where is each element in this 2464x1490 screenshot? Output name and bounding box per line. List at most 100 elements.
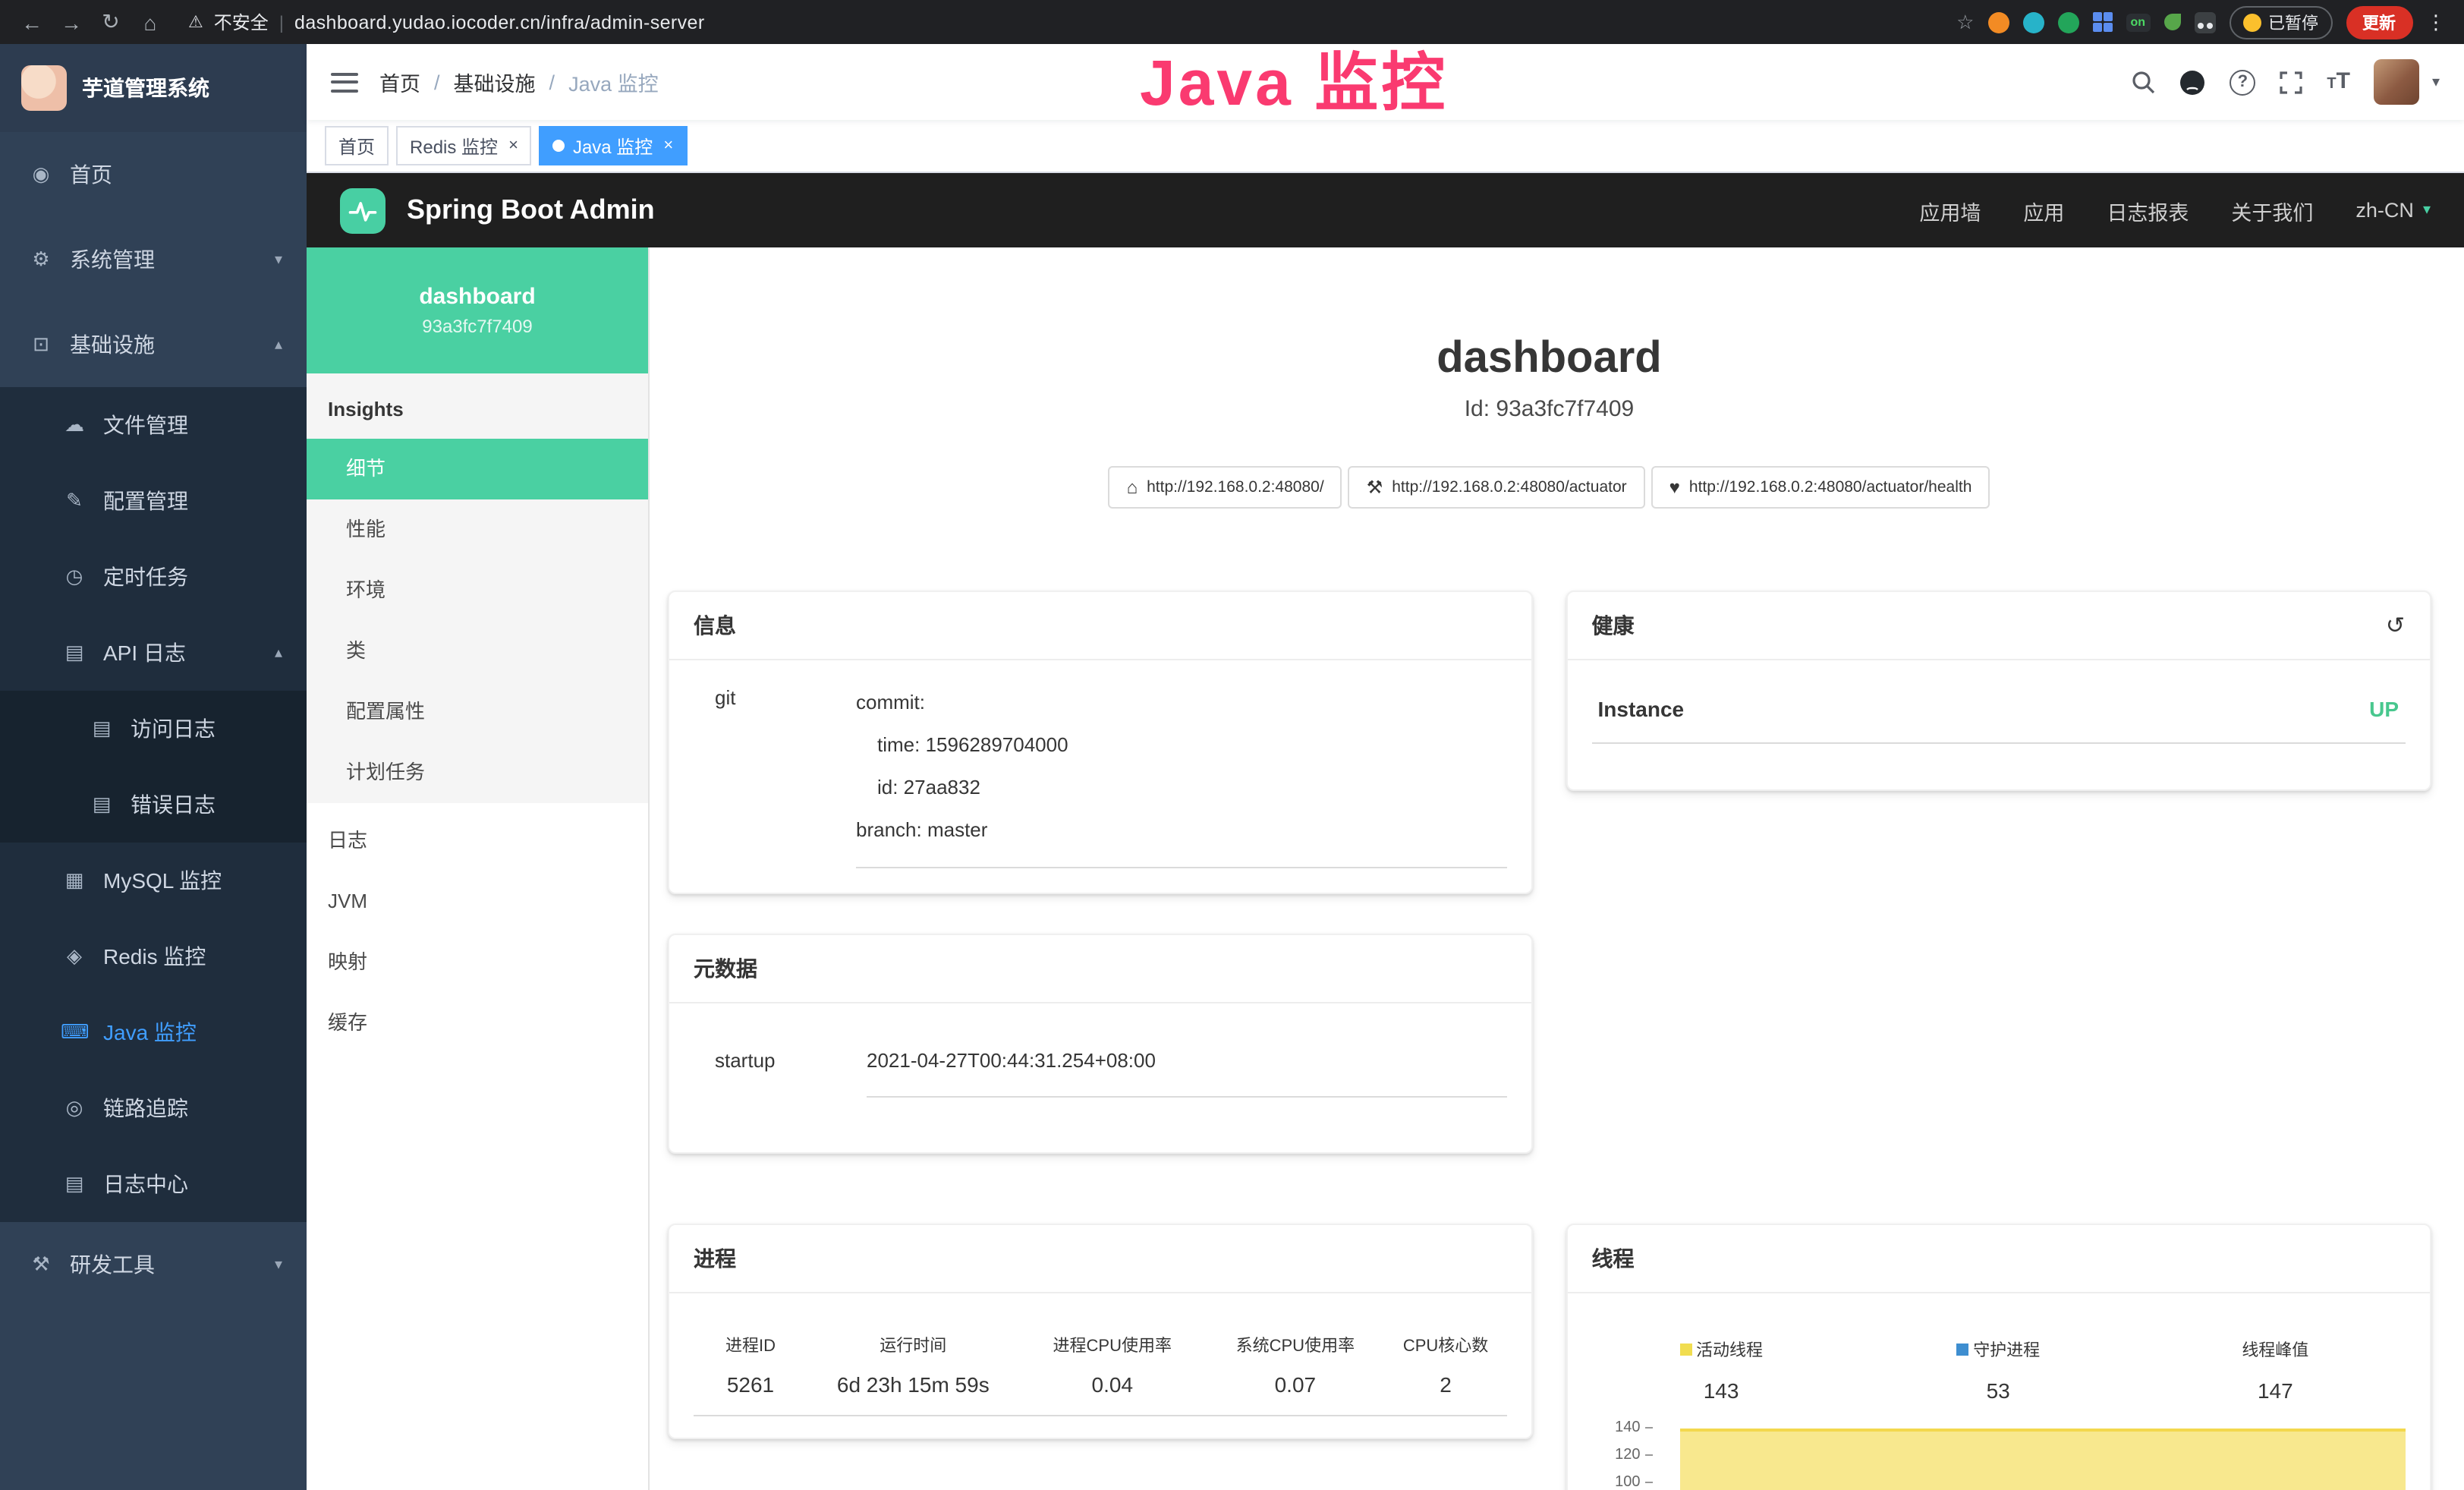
column-header: 进程CPU使用率 <box>1019 1333 1206 1357</box>
brand-title[interactable]: Spring Boot Admin <box>407 194 655 226</box>
address-bar[interactable]: ⚠ 不安全 | dashboard.yudao.iocoder.cn/infra… <box>188 9 1944 35</box>
reload-icon[interactable]: ↻ <box>97 9 124 35</box>
sba-content: dashboard Id: 93a3fc7f7409 ⌂ http://192.… <box>650 247 2464 1490</box>
chevron-down-icon[interactable]: ▾ <box>2432 74 2440 90</box>
extension-on-badge-icon[interactable]: on <box>2126 13 2150 31</box>
update-button[interactable]: 更新 <box>2346 5 2412 39</box>
sba-item-environment[interactable]: 环境 <box>307 560 648 621</box>
sidebar-item-cron-jobs[interactable]: ◷ 定时任务 <box>0 539 307 615</box>
sidebar-item-mysql-monitor[interactable]: ▦ MySQL 监控 <box>0 843 307 918</box>
nav-wallboard[interactable]: 应用墙 <box>1919 195 1981 225</box>
avatar[interactable] <box>2374 59 2420 105</box>
app-logo[interactable]: 芋道管理系统 <box>0 44 307 132</box>
github-icon[interactable] <box>2179 69 2205 95</box>
app-title: 芋道管理系统 <box>82 73 209 103</box>
sidebar-item-config-mgmt[interactable]: ✎ 配置管理 <box>0 463 307 539</box>
nav-journal[interactable]: 日志报表 <box>2107 195 2189 225</box>
mysql-icon: ▦ <box>61 868 88 893</box>
spring-boot-admin-logo <box>340 187 385 233</box>
close-icon[interactable]: × <box>508 137 518 155</box>
tab-redis-monitor[interactable]: Redis 监控 × <box>396 126 532 165</box>
actuator-url-link[interactable]: ⚒ http://192.168.0.2:48080/actuator <box>1348 466 1645 509</box>
sidebar-item-error-logs[interactable]: ▤ 错误日志 <box>0 767 307 843</box>
health-url-link[interactable]: ♥ http://192.168.0.2:48080/actuator/heal… <box>1651 466 1990 509</box>
file-icon: ☁ <box>61 413 88 437</box>
extension-orange-icon[interactable] <box>1987 11 2009 33</box>
sidebar-item-dev-tools[interactable]: ⚒ 研发工具 ▾ <box>0 1222 307 1307</box>
legend-label: 线程峰值 <box>2242 1337 2308 1362</box>
sidebar-item-redis-monitor[interactable]: ◈ Redis 监控 <box>0 918 307 994</box>
home-icon[interactable]: ⌂ <box>137 10 164 34</box>
sba-menu: 应用墙 应用 日志报表 关于我们 zh-CN ▾ <box>1919 195 2431 225</box>
sba-item-details[interactable]: 细节 <box>307 439 648 499</box>
health-card-title: 健康 <box>1592 610 1635 641</box>
nav-about[interactable]: 关于我们 <box>2231 195 2313 225</box>
column-value: 6d 23h 15m 59s <box>807 1372 1019 1397</box>
tampermonkey-icon[interactable] <box>2194 11 2215 33</box>
sidebar-item-file-mgmt[interactable]: ☁ 文件管理 <box>0 387 307 463</box>
sba-item-caches[interactable]: 缓存 <box>307 993 648 1054</box>
browser-menu-icon[interactable]: ⋮ <box>2426 10 2446 34</box>
process-card-body: 进程ID 5261 运行时间 6d 23h 15m 59s 进程CPU使用率 <box>669 1293 1531 1438</box>
info-line: id: 27aa832 <box>856 767 1507 809</box>
close-icon[interactable]: × <box>663 137 673 155</box>
sidebar-item-infrastructure[interactable]: ⊡ 基础设施 ▴ <box>0 302 307 387</box>
y-axis-tick: 120 <box>1583 1448 1653 1463</box>
breadcrumb-infrastructure[interactable]: 基础设施 <box>454 67 536 97</box>
sidebar-item-home[interactable]: ◉ 首页 <box>0 132 307 217</box>
column-header: 运行时间 <box>807 1333 1019 1357</box>
sidebar-item-log-center[interactable]: ▤ 日志中心 <box>0 1146 307 1222</box>
sba-item-scheduled-tasks[interactable]: 计划任务 <box>307 742 648 803</box>
extension-grid-icon[interactable] <box>2092 12 2112 32</box>
sba-item-jvm[interactable]: JVM <box>307 871 648 932</box>
fullscreen-icon[interactable] <box>2280 71 2302 93</box>
chevron-up-icon: ▴ <box>275 644 282 661</box>
sba-item-beans[interactable]: 类 <box>307 621 648 682</box>
metadata-card-body: startup 2021-04-27T00:44:31.254+08:00 <box>669 1003 1531 1152</box>
instance-url-link[interactable]: ⌂ http://192.168.0.2:48080/ <box>1109 466 1342 509</box>
sba-item-mappings[interactable]: 映射 <box>307 932 648 993</box>
tab-java-monitor[interactable]: Java 监控 × <box>540 126 687 165</box>
forward-icon[interactable]: → <box>58 10 85 34</box>
status-badge: UP <box>2369 697 2399 721</box>
history-icon[interactable]: ↺ <box>2386 612 2405 639</box>
help-icon[interactable]: ? <box>2230 69 2255 95</box>
search-icon[interactable] <box>2131 70 2155 94</box>
tab-home[interactable]: 首页 <box>325 126 389 165</box>
bookmark-star-icon[interactable]: ☆ <box>1956 10 1974 34</box>
table-row[interactable]: Instance UP <box>1592 697 2406 744</box>
extension-teal-icon[interactable] <box>2022 11 2044 33</box>
sba-item-config-props[interactable]: 配置属性 <box>307 682 648 742</box>
error-log-icon: ▤ <box>88 792 115 817</box>
breadcrumb-home[interactable]: 首页 <box>379 67 420 97</box>
back-icon[interactable]: ← <box>18 10 46 34</box>
instance-header[interactable]: dashboard 93a3fc7f7409 <box>307 247 648 373</box>
sba-item-metrics[interactable]: 性能 <box>307 499 648 560</box>
sba-item-logs[interactable]: 日志 <box>307 811 648 871</box>
paused-pill[interactable]: 已暂停 <box>2229 5 2332 39</box>
gear-icon: ⚙ <box>27 247 55 272</box>
sidebar-item-label: Redis 监控 <box>103 941 206 972</box>
column-value: 2 <box>1385 1372 1507 1397</box>
table-row: git commit: time: 1596289704000 id: 27aa… <box>694 682 1507 868</box>
locale-selector[interactable]: zh-CN ▾ <box>2355 199 2431 222</box>
sidebar-item-tracing[interactable]: ◎ 链路追踪 <box>0 1070 307 1146</box>
sidebar-item-java-monitor[interactable]: ⌨ Java 监控 <box>0 994 307 1070</box>
hamburger-icon[interactable] <box>331 72 358 92</box>
sidebar-item-api-logs[interactable]: ▤ API 日志 ▴ <box>0 615 307 691</box>
main-area: 首页 / 基础设施 / Java 监控 Java 监控 ? TT <box>307 44 2464 1490</box>
threads-card-body: 活动线程 143 守护进程 53 线程峰值 14 <box>1568 1293 2430 1490</box>
font-size-icon[interactable]: TT <box>2327 71 2350 93</box>
address-separator: | <box>279 11 284 33</box>
api-log-icon: ▤ <box>61 641 88 665</box>
sidebar-item-system-mgmt[interactable]: ⚙ 系统管理 ▾ <box>0 217 307 302</box>
threads-card: 线程 活动线程 143 守护进程 53 <box>1566 1224 2431 1490</box>
sidebar-item-access-logs[interactable]: ▤ 访问日志 <box>0 691 307 767</box>
trace-icon: ◎ <box>61 1096 88 1120</box>
nav-applications[interactable]: 应用 <box>2023 195 2064 225</box>
access-log-icon: ▤ <box>88 717 115 741</box>
extension-leaf-icon[interactable] <box>2163 14 2180 30</box>
info-card-body: git commit: time: 1596289704000 id: 27aa… <box>669 660 1531 893</box>
spring-boot-admin: Spring Boot Admin 应用墙 应用 日志报表 关于我们 zh-CN… <box>307 173 2464 1490</box>
extension-green-icon[interactable] <box>2057 11 2079 33</box>
